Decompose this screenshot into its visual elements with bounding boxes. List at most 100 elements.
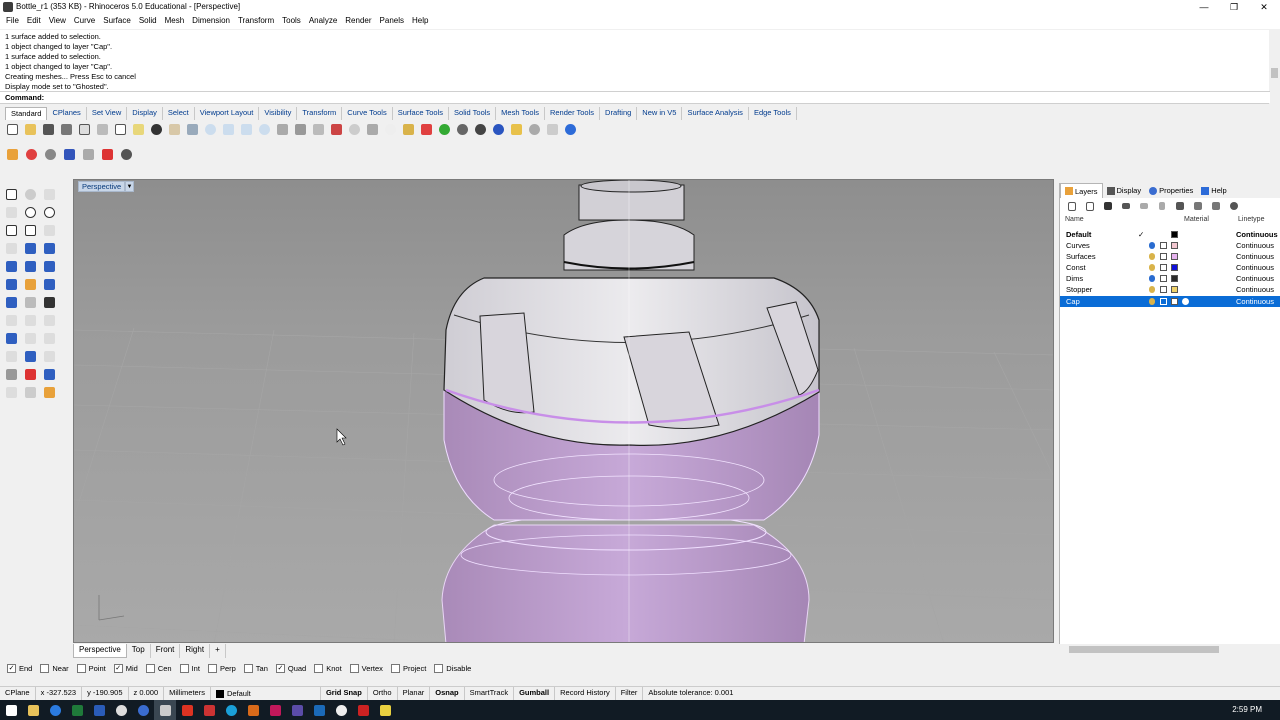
layer-row-const[interactable]: Const Continuous [1060,262,1280,273]
close-button[interactable]: ✕ [1249,0,1279,15]
layer-row-dims[interactable]: Dims Continuous [1060,273,1280,284]
rhino-taskbar-icon[interactable] [154,700,176,720]
tab-right[interactable]: Right [180,644,211,658]
osnap-int[interactable]: Int [179,661,200,675]
tab-cplanes[interactable]: CPlanes [47,107,87,120]
lock-icon[interactable] [400,121,416,137]
menu-analyze[interactable]: Analyze [305,15,341,29]
check-icon[interactable] [3,384,19,401]
lock-icon[interactable] [1160,253,1167,260]
system-clock[interactable]: 2:59 PM [1232,705,1262,714]
arc-icon[interactable] [41,222,57,239]
viewport-menu-dropdown[interactable]: ▼ [125,181,134,192]
import-icon[interactable] [76,121,92,137]
planar-toggle[interactable]: Planar [398,687,431,700]
layer-row-default[interactable]: Default ✓ Continuous [1060,229,1280,240]
paste-icon[interactable] [130,121,146,137]
tab-surface-analysis[interactable]: Surface Analysis [682,107,749,120]
tab-set-view[interactable]: Set View [87,107,128,120]
osnap-point[interactable]: Point [76,661,106,675]
paint-icon[interactable] [41,384,57,401]
move-down-icon[interactable] [1136,198,1152,214]
menu-tools[interactable]: Tools [278,15,305,29]
delete-layer-icon[interactable] [1100,198,1116,214]
osnap-perp[interactable]: Perp [207,661,236,675]
layer-row-surfaces[interactable]: Surfaces Continuous [1060,251,1280,262]
menu-help[interactable]: Help [408,15,432,29]
light-bulb-icon[interactable] [1149,275,1155,282]
solid-icon[interactable] [22,258,38,275]
osnap-near[interactable]: Near [40,661,69,675]
ortho-toggle[interactable]: Ortho [368,687,398,700]
acrobat-icon[interactable] [176,700,198,720]
checkbox[interactable] [390,663,400,673]
point-icon[interactable] [22,186,38,203]
layers-horizontal-scrollbar[interactable] [1059,644,1280,655]
tab-render-tools[interactable]: Render Tools [545,107,601,120]
pan-icon[interactable] [166,121,182,137]
light-bulb-icon[interactable] [1149,253,1155,260]
environment-icon[interactable] [61,146,77,162]
group-icon[interactable] [41,348,57,365]
checkbox[interactable]: ✓ [7,663,16,673]
join-icon[interactable] [22,348,38,365]
checkbox[interactable] [40,663,50,673]
acrobat-reader-icon[interactable] [352,700,374,720]
layer-row-curves[interactable]: Curves Continuous [1060,240,1280,251]
smarttrack-toggle[interactable]: SmartTrack [465,687,515,700]
grid-snap-toggle[interactable]: Grid Snap [321,687,368,700]
add-viewport-tab-button[interactable]: + [210,644,226,658]
tab-display[interactable]: Display [127,107,163,120]
photoshop-icon[interactable] [308,700,330,720]
dimension-tool-icon[interactable] [22,366,38,383]
layer-color-swatch[interactable] [1171,231,1178,238]
osnap-knot[interactable]: Knot [314,661,342,675]
scroll-thumb[interactable] [1069,646,1219,653]
sweep-icon[interactable] [41,276,57,293]
checkbox[interactable] [314,663,324,673]
trim-icon[interactable] [22,312,38,329]
tab-display[interactable]: Display [1103,183,1146,198]
tab-front[interactable]: Front [151,644,181,658]
units[interactable]: Millimeters [164,687,211,700]
tab-perspective[interactable]: Perspective [73,644,127,658]
tab-properties[interactable]: Properties [1145,183,1197,198]
move-out-icon[interactable] [1154,198,1170,214]
texture-icon[interactable] [80,146,96,162]
layers-panel-icon[interactable] [4,146,20,162]
menu-curve[interactable]: Curve [70,15,99,29]
light-bulb-icon[interactable] [382,121,398,137]
menu-view[interactable]: View [45,15,70,29]
polyline-icon[interactable] [41,186,57,203]
cplane-icon[interactable] [328,121,344,137]
checkbox[interactable] [179,663,189,673]
polygon-icon[interactable] [3,222,19,239]
circle-icon[interactable] [22,204,38,221]
analyze-icon[interactable] [41,366,57,383]
tab-top[interactable]: Top [127,644,151,658]
layer-color-swatch[interactable] [1171,275,1178,282]
mirror-icon[interactable] [41,330,57,347]
menu-edit[interactable]: Edit [23,15,45,29]
move-icon[interactable] [3,312,19,329]
boolean-icon[interactable] [3,294,19,311]
osnap-cen[interactable]: Cen [145,661,172,675]
zoom-icon[interactable] [202,121,218,137]
options-gear-icon[interactable] [526,121,542,137]
checkbox[interactable] [207,663,217,673]
word-icon[interactable] [88,700,110,720]
excel-icon[interactable] [66,700,88,720]
filter-toggle[interactable]: Filter [616,687,644,700]
minimize-button[interactable]: — [1189,0,1219,15]
zoom-window-icon[interactable] [220,121,236,137]
lock-icon[interactable] [1160,275,1167,282]
osnap-tan[interactable]: Tan [243,661,268,675]
box-icon[interactable] [3,258,19,275]
layer-row-stopper[interactable]: Stopper Continuous [1060,284,1280,295]
browser-icon[interactable] [132,700,154,720]
osnap-quad[interactable]: ✓ Quad [275,661,306,675]
checkbox[interactable] [243,663,253,673]
scale-icon[interactable] [22,330,38,347]
offset-icon[interactable] [22,240,38,257]
loft-icon[interactable] [22,276,38,293]
